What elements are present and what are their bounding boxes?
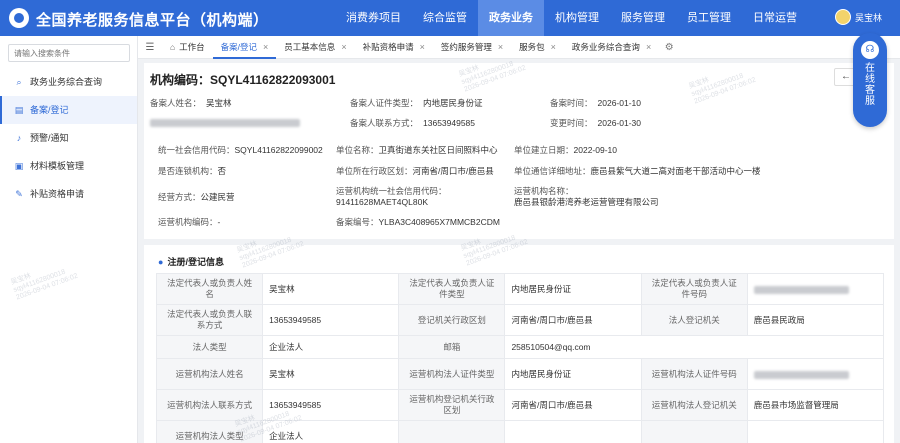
avatar: [835, 9, 851, 25]
redacted-field: [746, 273, 885, 305]
tab-staff-info[interactable]: 员工基本信息 ×: [276, 36, 354, 59]
registration-table: 法定代表人或负责人姓名 吴宝林 法定代表人或负责人证件类型 内地居民身份证 法定…: [155, 273, 885, 443]
tab-contract-service[interactable]: 签约服务管理 ×: [433, 36, 511, 59]
nav-item-institution-mgmt[interactable]: 机构管理: [544, 0, 610, 36]
founded-date: 单位建立日期：2022-09-10: [514, 145, 617, 155]
close-icon[interactable]: ×: [341, 42, 346, 52]
unit-region: 单位所在行政区划：河南省/周口市/鹿邑县: [336, 166, 494, 176]
nav-item-service-mgmt[interactable]: 服务管理: [610, 0, 676, 36]
sidebar-search-input[interactable]: [8, 44, 130, 62]
bell-icon: ♪: [16, 133, 22, 143]
sidebar-item-subsidy[interactable]: ✎ 补贴资格申请: [0, 180, 137, 208]
close-icon[interactable]: ×: [263, 42, 268, 52]
table-row: 法人类型 企业法人 邮箱 258510504@qq.com: [155, 335, 884, 359]
nav-item-supervision[interactable]: 综合监管: [412, 0, 478, 36]
unit-address: 单位通信详细地址：鹿邑县紫气大道二高对面老干部活动中心一楼: [514, 166, 761, 176]
operator-credit-code: 运营机构统一社会信用代码： 91411628MAET4QL80K: [336, 186, 447, 207]
nav-item-staff-mgmt[interactable]: 员工管理: [676, 0, 742, 36]
table-row: 运营机构法人姓名 吴宝林 运营机构法人证件类型 内地居民身份证 运营机构法人证件…: [155, 358, 885, 390]
redacted-field: [150, 118, 300, 127]
close-icon[interactable]: ×: [420, 42, 425, 52]
business-mode: 经营方式：公建民营: [158, 192, 235, 202]
unit-name: 单位名称：卫真街道东关社区日间照料中心: [336, 145, 498, 155]
table-row: 运营机构法人联系方式 13653949585 运营机构登记机关行政区划 河南省/…: [155, 389, 885, 421]
online-service-button[interactable]: ☊ 在线客服: [853, 33, 887, 127]
nav-item-consumer-voucher[interactable]: 消费券项目: [335, 0, 412, 36]
tab-label: 服务包: [519, 41, 545, 52]
tab-subsidy[interactable]: 补贴资格申请 ×: [355, 36, 433, 59]
top-nav: 消费券项目 综合监管 政务业务 机构管理 服务管理 员工管理 日常运营: [335, 0, 808, 36]
table-row: 法定代表人或负责人联系方式 13653949585 登记机关行政区划 河南省/周…: [155, 304, 885, 336]
chain-institution: 是否连锁机构：否: [158, 166, 227, 176]
apply-icon: ✎: [15, 189, 23, 199]
main-content: 机构编码：SQYL41162822093001 ← 备案人姓名： 吴宝林 备案人证…: [138, 59, 900, 443]
tab-filing[interactable]: 备案/登记 ×: [212, 36, 277, 59]
sidebar-item-warning[interactable]: ♪ 预警/通知: [0, 124, 137, 152]
top-header: 全国养老服务信息平台（机构端） 消费券项目 综合监管 政务业务 机构管理 服务管…: [0, 0, 900, 36]
sidebar: ⌕ 政务业务综合查询 ▤ 备案/登记 ♪ 预警/通知 ▣ 材料模板管理 ✎ 补贴…: [0, 36, 138, 443]
sidebar-item-templates[interactable]: ▣ 材料模板管理: [0, 152, 137, 180]
filing-number: 备案编号：YLBA3C408965X7MMCB2CDM: [336, 217, 500, 227]
platform-logo-icon: [9, 8, 29, 28]
tab-comprehensive-query[interactable]: 政务业务综合查询 ×: [564, 36, 659, 59]
folder-icon: ▣: [14, 161, 24, 171]
filer-name: 备案人姓名： 吴宝林: [150, 98, 232, 108]
registration-card: ● 注册/登记信息 法定代表人或负责人姓名 吴宝林 法定代表人或负责人证件类型 内…: [144, 245, 894, 443]
user-icon: ●: [158, 257, 164, 267]
tab-label: 政务业务综合查询: [571, 41, 640, 52]
record-header-card: 机构编码：SQYL41162822093001 ← 备案人姓名： 吴宝林 备案人证…: [144, 63, 894, 139]
sidebar-item-label: 备案/登记: [30, 105, 69, 115]
filer-phone: 备案人联系方式： 13653949585: [350, 118, 476, 128]
user-menu[interactable]: 吴宝林: [835, 9, 882, 25]
username: 吴宝林: [855, 12, 883, 23]
document-icon: ▤: [14, 105, 24, 115]
close-icon[interactable]: ×: [646, 42, 651, 52]
tab-bar: ☰ ⌂ 工作台 备案/登记 × 员工基本信息 × 补贴资格申请 × 签约服务管理 × 服务…: [138, 36, 900, 59]
tab-label: 工作台: [179, 41, 205, 52]
change-time: 变更时间： 2026-01-30: [550, 118, 641, 128]
page-title: 机构编码：SQYL41162822093001: [150, 73, 336, 87]
nav-item-government-affairs[interactable]: 政务业务: [478, 0, 544, 36]
home-icon: ⌂: [170, 41, 176, 52]
sidebar-item-label: 补贴资格申请: [30, 189, 85, 199]
filer-id-number: [150, 117, 300, 127]
sidebar-item-comprehensive-query[interactable]: ⌕ 政务业务综合查询: [0, 68, 137, 96]
operator-name: 运营机构名称： 鹿邑县银龄港湾养老运营管理有限公司: [514, 186, 659, 207]
tab-label: 备案/登记: [220, 41, 258, 52]
redacted-field: [746, 358, 885, 390]
search-icon: ⌕: [16, 77, 22, 87]
filer-id-type: 备案人证件类型： 内地居民身份证: [350, 98, 483, 108]
filing-time: 备案时间： 2026-01-10: [550, 98, 641, 108]
tab-workbench[interactable]: ⌂ 工作台: [162, 36, 213, 59]
app-title: 全国养老服务信息平台（机构端）: [36, 12, 269, 29]
institution-info-card: 统一社会信用代码：SQYL41162822099002 单位名称：卫真街道东关社…: [144, 139, 894, 239]
menu-toggle-icon[interactable]: ☰: [138, 42, 162, 53]
sidebar-item-label: 材料模板管理: [30, 161, 85, 171]
table-row: 法定代表人或负责人姓名 吴宝林 法定代表人或负责人证件类型 内地居民身份证 法定…: [155, 273, 885, 305]
table-row: 运营机构法人类型 企业法人: [155, 420, 885, 443]
operator-code: 运营机构编码：-: [158, 217, 221, 227]
close-icon[interactable]: ×: [498, 42, 503, 52]
headset-icon: ☊: [861, 41, 879, 59]
sidebar-item-label: 预警/通知: [30, 133, 69, 143]
section-title: ● 注册/登记信息: [158, 257, 224, 267]
tab-label: 签约服务管理: [440, 41, 492, 52]
tab-label: 员工基本信息: [284, 41, 336, 52]
credit-code: 统一社会信用代码：SQYL41162822099002: [158, 145, 323, 155]
tab-service-package[interactable]: 服务包 ×: [511, 36, 564, 59]
close-icon[interactable]: ×: [551, 42, 556, 52]
tab-settings-icon[interactable]: ⚙: [659, 42, 679, 53]
tab-label: 补贴资格申请: [362, 41, 414, 52]
sidebar-item-label: 政务业务综合查询: [30, 77, 103, 87]
sidebar-item-filing[interactable]: ▤ 备案/登记: [0, 96, 137, 124]
nav-item-daily-ops[interactable]: 日常运营: [742, 0, 808, 36]
